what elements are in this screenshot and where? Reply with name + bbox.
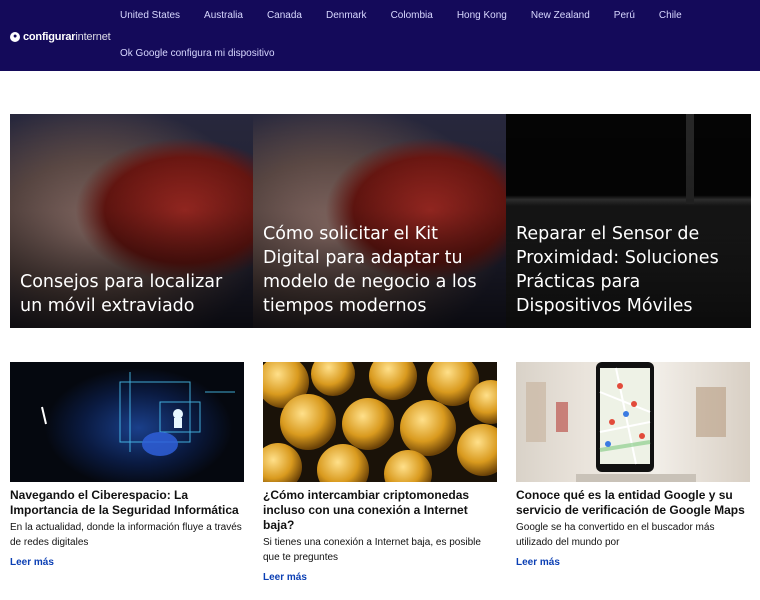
article-excerpt: En la actualidad, donde la información f…	[10, 522, 242, 548]
nav-link-ok-google[interactable]: Ok Google configura mi dispositivo	[120, 48, 275, 62]
article-image-google-maps-phone[interactable]	[516, 362, 750, 482]
article-card: ¿Cómo intercambiar criptomonedas incluso…	[263, 362, 497, 585]
site-header: ● configurar internet United States Austr…	[0, 0, 760, 71]
article-image-cybersecurity[interactable]	[10, 362, 244, 482]
nav-link-colombia[interactable]: Colombia	[391, 10, 433, 24]
nav-link-united-states[interactable]: United States	[120, 10, 180, 24]
site-logo[interactable]: ● configurar internet	[10, 31, 111, 43]
nav-link-denmark[interactable]: Denmark	[326, 10, 367, 24]
read-more-link[interactable]: Leer más	[10, 557, 54, 568]
logo-text-b: internet	[75, 31, 111, 43]
article-title[interactable]: Navegando el Ciberespacio: La Importanci…	[10, 488, 244, 518]
article-title[interactable]: Conoce qué es la entidad Google y su ser…	[516, 488, 750, 518]
nav-link-new-zealand[interactable]: New Zealand	[531, 10, 590, 24]
article-image-bitcoins[interactable]	[263, 362, 497, 482]
nav-link-hong-kong[interactable]: Hong Kong	[457, 10, 507, 24]
article-card: Conoce qué es la entidad Google y su ser…	[516, 362, 750, 570]
nav-link-chile[interactable]: Chile	[659, 10, 682, 24]
article-excerpt: Si tienes una conexión a Internet baja, …	[263, 537, 481, 563]
featured-title[interactable]: Cómo solicitar el Kit Digital para adapt…	[263, 222, 498, 318]
read-more-link[interactable]: Leer más	[516, 557, 560, 568]
featured-card[interactable]: Consejos para localizar un móvil extravi…	[10, 114, 253, 328]
featured-title[interactable]: Consejos para localizar un móvil extravi…	[20, 270, 245, 318]
article-excerpt: Google se ha convertido en el buscador m…	[516, 522, 715, 548]
read-more-link[interactable]: Leer más	[263, 572, 307, 583]
article-card: Navegando el Ciberespacio: La Importanci…	[10, 362, 244, 570]
featured-title[interactable]: Reparar el Sensor de Proximidad: Solucio…	[516, 222, 743, 318]
featured-card[interactable]: Cómo solicitar el Kit Digital para adapt…	[253, 114, 506, 328]
nav-link-canada[interactable]: Canada	[267, 10, 302, 24]
logo-text-a: configurar	[23, 31, 76, 43]
nav-link-peru[interactable]: Perú	[614, 10, 635, 24]
article-title[interactable]: ¿Cómo intercambiar criptomonedas incluso…	[263, 488, 497, 533]
nav-link-australia[interactable]: Australia	[204, 10, 243, 24]
logo-icon: ●	[10, 32, 20, 42]
featured-card[interactable]: Reparar el Sensor de Proximidad: Solucio…	[506, 114, 751, 328]
country-nav: United States Australia Canada Denmark C…	[120, 10, 750, 62]
